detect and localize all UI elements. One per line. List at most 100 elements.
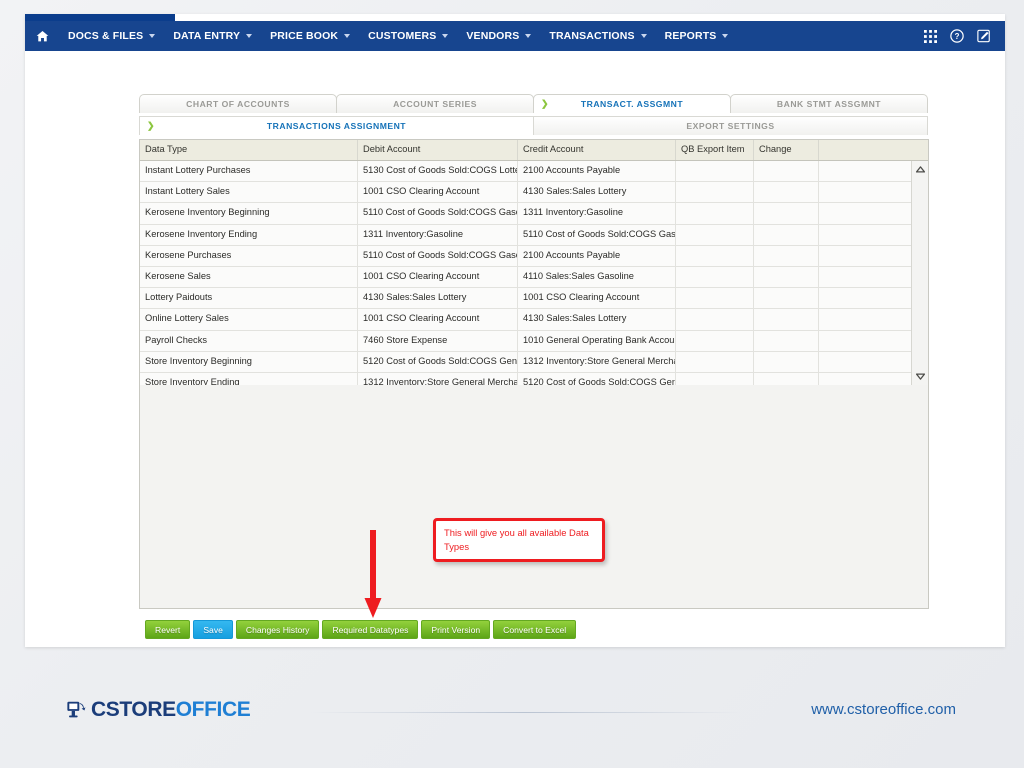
grid-column-header[interactable] xyxy=(819,140,928,160)
table-row[interactable]: Lottery Paidouts 4130 Sales:Sales Lottery… xyxy=(140,288,911,310)
table-cell[interactable] xyxy=(676,224,754,245)
table-row[interactable]: Payroll Checks 7460 Store Expense 1010 Gen… xyxy=(140,330,911,352)
convert-to-excel-button[interactable]: Convert to Excel xyxy=(493,620,577,639)
table-cell[interactable]: 5110 Cost of Goods Sold:COGS Gasoline xyxy=(518,224,676,245)
grid-column-header[interactable]: Data Type xyxy=(140,140,358,160)
table-cell[interactable]: 4130 Sales:Sales Lottery xyxy=(518,309,676,330)
table-cell[interactable] xyxy=(676,266,754,288)
revert-button[interactable]: Revert xyxy=(145,620,191,639)
table-cell[interactable]: 7460 Store Expense xyxy=(358,330,518,351)
table-cell[interactable] xyxy=(819,352,911,372)
chevron-up-icon[interactable] xyxy=(912,161,928,177)
table-cell[interactable] xyxy=(819,203,911,223)
table-cell[interactable]: Store Inventory Beginning xyxy=(140,351,358,372)
table-cell[interactable] xyxy=(754,182,819,203)
table-cell[interactable]: 2100 Accounts Payable xyxy=(518,161,676,182)
table-cell[interactable]: 1010 General Operating Bank Account xyxy=(518,330,676,351)
table-cell[interactable] xyxy=(676,309,754,330)
table-row[interactable]: Instant Lottery Purchases 5130 Cost of Go… xyxy=(140,161,911,183)
tab-export-settings[interactable]: EXPORT SETTINGS xyxy=(533,116,928,135)
nav-item-reports[interactable]: REPORTS xyxy=(656,21,738,51)
table-cell[interactable] xyxy=(819,309,911,329)
table-cell[interactable]: 1001 CSO Clearing Account xyxy=(358,309,518,330)
scrollbar-track[interactable] xyxy=(912,177,928,369)
table-cell[interactable] xyxy=(754,351,819,372)
table-cell[interactable] xyxy=(819,246,911,266)
grid-column-header[interactable]: QB Export Item xyxy=(676,140,754,160)
table-cell[interactable] xyxy=(754,266,819,288)
tab-account-series[interactable]: ACCOUNT SERIES xyxy=(336,94,534,113)
table-cell[interactable]: Online Lottery Sales xyxy=(140,309,358,330)
table-cell[interactable]: 1001 CSO Clearing Account xyxy=(358,266,518,288)
table-cell[interactable] xyxy=(819,225,911,245)
table-cell[interactable]: 5120 Cost of Goods Sold:COGS General xyxy=(518,372,676,385)
table-cell[interactable]: Kerosene Sales xyxy=(140,266,358,288)
nav-item-price-book[interactable]: PRICE BOOK xyxy=(261,21,359,51)
table-row[interactable]: Online Lottery Sales 1001 CSO Clearing Ac… xyxy=(140,309,911,331)
tab-transact-assgmnt[interactable]: ❯ TRANSACT. ASSGMNT xyxy=(533,94,731,113)
table-cell[interactable]: 4110 Sales:Sales Gasoline xyxy=(518,266,676,288)
apps-grid-icon[interactable] xyxy=(924,29,937,43)
table-cell[interactable]: Store Inventory Ending xyxy=(140,372,358,385)
tab-transactions-assignment[interactable]: ❯ TRANSACTIONS ASSIGNMENT xyxy=(139,116,534,135)
table-cell[interactable] xyxy=(676,182,754,203)
table-row[interactable]: Kerosene Sales 1001 CSO Clearing Account 4… xyxy=(140,266,911,289)
nav-item-transactions[interactable]: TRANSACTIONS xyxy=(540,21,655,51)
table-row[interactable]: Kerosene Inventory Beginning 5110 Cost of… xyxy=(140,203,911,225)
table-cell[interactable] xyxy=(819,288,911,308)
table-cell[interactable]: 5120 Cost of Goods Sold:COGS General xyxy=(358,351,518,372)
table-cell[interactable]: 5130 Cost of Goods Sold:COGS Lottery xyxy=(358,161,518,182)
nav-item-data-entry[interactable]: DATA ENTRY xyxy=(164,21,261,51)
table-cell[interactable]: 5110 Cost of Goods Sold:COGS Gasoline xyxy=(358,245,518,266)
grid-column-header[interactable]: Credit Account xyxy=(518,140,676,160)
table-cell[interactable] xyxy=(819,373,911,385)
home-icon[interactable] xyxy=(25,21,59,51)
table-cell[interactable] xyxy=(676,330,754,351)
vertical-scrollbar[interactable] xyxy=(911,161,928,385)
table-cell[interactable] xyxy=(676,351,754,372)
table-cell[interactable]: 1001 CSO Clearing Account xyxy=(518,288,676,309)
compose-edit-icon[interactable] xyxy=(977,29,991,43)
grid-rows-container[interactable]: Instant Lottery Purchases 5130 Cost of Go… xyxy=(140,161,911,385)
table-cell[interactable]: Kerosene Inventory Ending xyxy=(140,224,358,245)
table-cell[interactable]: Instant Lottery Purchases xyxy=(140,161,358,182)
table-cell[interactable] xyxy=(819,331,911,351)
table-cell[interactable]: Payroll Checks xyxy=(140,330,358,351)
table-cell[interactable]: 4130 Sales:Sales Lottery xyxy=(518,182,676,203)
nav-item-docs-files[interactable]: DOCS & FILES xyxy=(59,21,164,51)
table-cell[interactable] xyxy=(676,245,754,266)
table-row[interactable]: Kerosene Purchases 5110 Cost of Goods Sol… xyxy=(140,245,911,267)
table-cell[interactable]: 1311 Inventory:Gasoline xyxy=(518,203,676,224)
table-cell[interactable] xyxy=(754,224,819,245)
grid-column-header[interactable]: Change xyxy=(754,140,819,160)
nav-item-customers[interactable]: CUSTOMERS xyxy=(359,21,457,51)
chevron-down-icon[interactable] xyxy=(912,369,928,385)
table-cell[interactable] xyxy=(754,309,819,330)
table-cell[interactable]: Instant Lottery Sales xyxy=(140,182,358,203)
table-cell[interactable] xyxy=(819,161,911,181)
grid-column-header[interactable]: Debit Account xyxy=(358,140,518,160)
required-datatypes-button[interactable]: Required Datatypes xyxy=(322,620,419,639)
nav-item-vendors[interactable]: VENDORS xyxy=(457,21,540,51)
table-cell[interactable] xyxy=(676,203,754,224)
footer-url[interactable]: www.cstoreoffice.com xyxy=(811,701,956,718)
table-row[interactable]: Kerosene Inventory Ending 1311 Inventory:… xyxy=(140,224,911,246)
table-row[interactable]: Instant Lottery Sales 1001 CSO Clearing A… xyxy=(140,182,911,204)
tab-chart-of-accounts[interactable]: CHART OF ACCOUNTS xyxy=(139,94,337,113)
table-cell[interactable]: 1312 Inventory:Store General Merchandi xyxy=(358,372,518,385)
table-cell[interactable]: Lottery Paidouts xyxy=(140,288,358,309)
table-cell[interactable] xyxy=(754,245,819,266)
print-version-button[interactable]: Print Version xyxy=(421,620,491,639)
save-button[interactable]: Save xyxy=(193,620,233,639)
table-cell[interactable]: 1311 Inventory:Gasoline xyxy=(358,224,518,245)
table-cell[interactable] xyxy=(676,372,754,385)
table-cell[interactable]: Kerosene Inventory Beginning xyxy=(140,203,358,224)
table-cell[interactable]: Kerosene Purchases xyxy=(140,245,358,266)
table-cell[interactable]: 2100 Accounts Payable xyxy=(518,245,676,266)
table-cell[interactable]: 1312 Inventory:Store General Merchandi xyxy=(518,351,676,372)
table-cell[interactable]: 5110 Cost of Goods Sold:COGS Gasoline xyxy=(358,203,518,224)
table-row[interactable]: Store Inventory Ending 1312 Inventory:Sto… xyxy=(140,372,911,385)
table-cell[interactable] xyxy=(819,267,911,287)
changes-history-button[interactable]: Changes History xyxy=(235,620,320,639)
table-cell[interactable] xyxy=(676,161,754,182)
